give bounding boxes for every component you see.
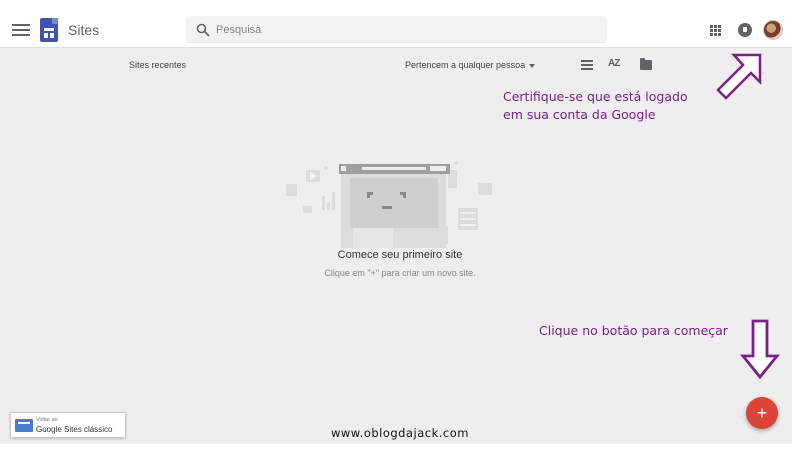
chevron-down-icon bbox=[529, 63, 536, 68]
page-edge bbox=[792, 12, 800, 444]
folder-icon[interactable] bbox=[640, 58, 652, 70]
notifications-icon[interactable] bbox=[738, 23, 752, 37]
empty-state-subtitle: Clique em "+" para criar um novo site. bbox=[324, 268, 476, 278]
sites-logo[interactable] bbox=[40, 18, 58, 42]
recent-sites-label: Sites recentes bbox=[129, 60, 187, 70]
create-site-button[interactable]: + bbox=[746, 397, 778, 429]
add-icon: + bbox=[756, 403, 768, 423]
owner-filter-label: Pertencem a qualquer pessoa bbox=[405, 60, 526, 70]
empty-state-title: Comece seu primeiro site bbox=[337, 249, 463, 261]
search-bar[interactable] bbox=[186, 16, 607, 44]
list-toolbar: Sites recentes Pertencem a qualquer pess… bbox=[0, 48, 800, 80]
classic-back-label: Voltar ao bbox=[36, 417, 58, 423]
search-input[interactable] bbox=[216, 20, 596, 40]
list-view-icon[interactable] bbox=[581, 60, 593, 70]
annotation-arrow-up-icon bbox=[716, 53, 762, 100]
owner-filter-dropdown[interactable]: Pertencem a qualquer pessoa bbox=[405, 60, 536, 70]
watermark: www.oblogdajack.com bbox=[331, 426, 469, 440]
apps-icon[interactable] bbox=[710, 25, 721, 36]
annotation-login: Certifique-se que está logado em sua con… bbox=[503, 88, 688, 124]
annotation-arrow-down-icon bbox=[740, 319, 780, 380]
search-icon[interactable] bbox=[196, 23, 210, 37]
app-title[interactable]: Sites bbox=[68, 22, 99, 38]
annotation-login-line1: Certifique-se que está logado bbox=[503, 89, 688, 104]
top-bar: Sites bbox=[0, 12, 800, 48]
avatar[interactable] bbox=[763, 20, 783, 40]
annotation-login-line2: em sua conta da Google bbox=[503, 107, 656, 122]
sites-app: Sites Sites recentes Pertencem a qualque… bbox=[0, 12, 800, 444]
menu-icon[interactable] bbox=[12, 22, 30, 38]
annotation-start: Clique no botão para começar bbox=[539, 323, 728, 338]
empty-state-illustration bbox=[286, 161, 492, 248]
sort-az-icon[interactable]: AZ bbox=[608, 58, 620, 69]
